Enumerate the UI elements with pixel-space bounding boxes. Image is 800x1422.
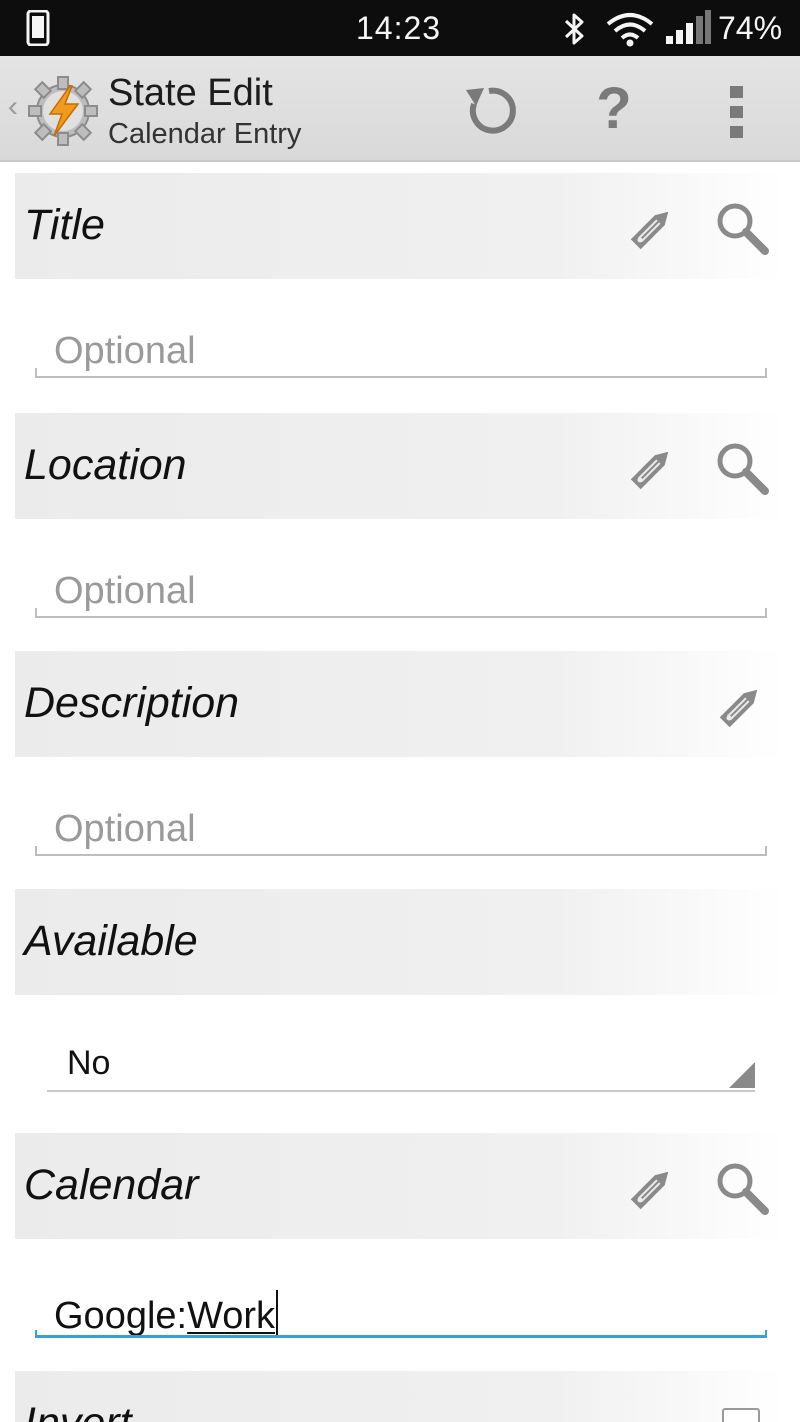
tasker-logo-icon[interactable] (26, 74, 100, 148)
location-input-placeholder: Optional (54, 570, 196, 612)
overflow-menu-icon[interactable] (728, 84, 746, 140)
status-time: 14:23 (356, 10, 442, 46)
pencil-icon[interactable] (712, 677, 770, 735)
signal-icon (666, 10, 711, 44)
section-label: Title (24, 201, 105, 249)
description-input-placeholder: Optional (54, 808, 196, 850)
page-subtitle: Calendar Entry (108, 118, 302, 150)
action-bar: ‹ State Edit Calendar Entry ? (0, 56, 800, 162)
section-label: Invert (24, 1399, 132, 1422)
section-calendar: Calendar (15, 1133, 785, 1239)
page-title: State Edit (108, 72, 273, 114)
section-available: Available (15, 889, 785, 995)
location-input[interactable]: Optional (35, 562, 767, 618)
wifi-icon (606, 13, 654, 47)
calendar-input[interactable]: Google:Work (35, 1282, 767, 1338)
available-selected-value: No (67, 1044, 111, 1082)
search-icon[interactable] (713, 1159, 771, 1217)
status-bar: 14:23 74% (0, 0, 800, 56)
section-label: Location (24, 441, 187, 489)
search-icon[interactable] (713, 439, 771, 497)
pencil-icon[interactable] (623, 1159, 681, 1217)
section-label: Calendar (24, 1161, 199, 1209)
title-input[interactable]: Optional (35, 322, 767, 378)
title-input-placeholder: Optional (54, 330, 196, 372)
bluetooth-icon (564, 13, 584, 45)
invert-checkbox[interactable] (722, 1408, 760, 1422)
battery-level: 74% (718, 10, 783, 46)
section-invert: Invert (15, 1371, 785, 1422)
description-input[interactable]: Optional (35, 800, 767, 856)
search-icon[interactable] (713, 199, 771, 257)
phone-icon (26, 10, 50, 46)
section-label: Description (24, 679, 240, 727)
section-label: Available (24, 917, 198, 965)
section-description: Description (15, 651, 785, 757)
pencil-icon[interactable] (623, 439, 681, 497)
help-icon[interactable]: ? (592, 76, 636, 142)
section-location: Location (15, 413, 785, 519)
pencil-icon[interactable] (623, 199, 681, 257)
dropdown-arrow-icon (729, 1062, 755, 1088)
section-title: Title (15, 173, 785, 279)
undo-icon[interactable] (460, 82, 518, 140)
back-chevron-icon[interactable]: ‹ (8, 90, 18, 124)
available-dropdown[interactable]: No (47, 1030, 755, 1092)
